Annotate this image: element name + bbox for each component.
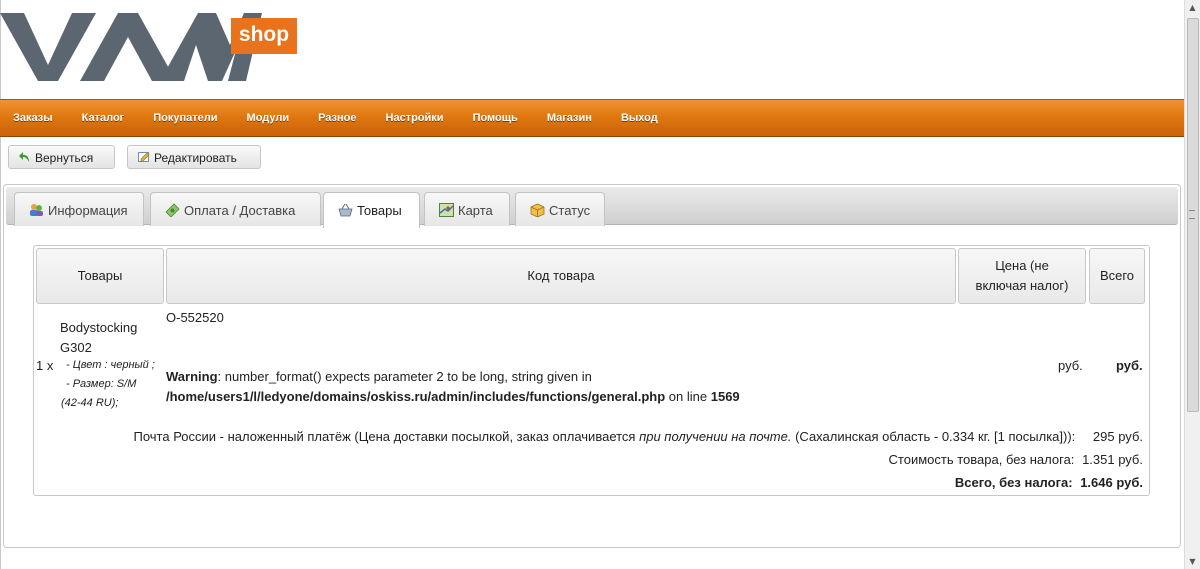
tab-status[interactable]: Статус <box>515 192 605 226</box>
tab-payment-delivery-label: Оплата / Доставка <box>184 203 296 218</box>
warning-path: /home/users1/l/ledyone/domains/oskiss.ru… <box>166 389 666 404</box>
php-warning: Warning: number_format() expects paramet… <box>166 367 956 407</box>
nav-item-customers[interactable]: Покупатели <box>153 100 217 136</box>
total-value: 1.646 руб. <box>1080 475 1143 490</box>
vertical-scrollbar[interactable]: ▲ ▼ <box>1184 0 1200 569</box>
basket-icon <box>338 203 353 217</box>
product-attr-size: - Размер: S/M <box>66 378 137 390</box>
shipping-text-b: (Сахалинская область - 0.334 кг. [1 посы… <box>791 429 1076 444</box>
scroll-down-arrow-icon[interactable]: ▼ <box>1185 554 1200 569</box>
product-total: руб. <box>1116 358 1143 373</box>
edit-icon <box>138 152 150 162</box>
total-line: Всего, без налога: 1.646 руб. <box>955 475 1143 490</box>
scrollbar-grip-icon <box>1189 210 1195 219</box>
nav-item-help[interactable]: Помощь <box>473 100 518 136</box>
subtotal-value: 1.351 руб. <box>1082 452 1143 467</box>
box-icon <box>530 203 545 217</box>
product-attr-color: - Цвет : черный ; <box>66 359 155 371</box>
header-products: Товары <box>36 248 164 304</box>
nav-item-logout[interactable]: Выход <box>621 100 658 136</box>
warning-online: on line <box>665 389 711 404</box>
shipping-text-em: при получении на почте. <box>639 429 792 444</box>
shop-badge: shop <box>231 18 297 54</box>
nav-item-orders[interactable]: Заказы <box>0 100 53 136</box>
edit-button-label: Редактировать <box>154 151 237 165</box>
subtotal-line: Стоимость товара, без налога: 1.351 руб. <box>889 452 1143 467</box>
tab-map[interactable]: Карта <box>424 192 510 226</box>
nav-item-store[interactable]: Магазин <box>547 100 592 136</box>
subtotal-label: Стоимость товара, без налога: <box>888 452 1075 467</box>
product-code: O-552520 <box>166 310 224 325</box>
header-price-excl-tax: Цена (не включая налог) <box>958 248 1086 304</box>
tab-information-label: Информация <box>48 203 128 218</box>
nav-item-misc[interactable]: Разное <box>318 100 356 136</box>
tab-status-label: Статус <box>549 203 591 218</box>
shipping-text-a: Почта России - наложенный платёж (Цена д… <box>133 429 640 444</box>
map-icon <box>439 203 454 217</box>
tabs-bar: Информация Оплата / Доставка Товары Карт… <box>6 187 1178 228</box>
back-arrow-icon <box>19 152 29 162</box>
shipping-line: Почта России - наложенный платёж (Цена д… <box>134 429 1144 444</box>
total-label: Всего, без налога: <box>954 475 1073 490</box>
warning-text: : number_format() expects parameter 2 to… <box>217 369 592 384</box>
tab-products[interactable]: Товары <box>323 192 420 228</box>
scroll-up-arrow-icon[interactable]: ▲ <box>1185 0 1200 15</box>
money-icon <box>165 203 180 217</box>
shipping-value: 295 руб. <box>1092 429 1143 444</box>
users-icon <box>30 204 43 216</box>
product-price: руб. <box>1058 358 1083 373</box>
product-name[interactable]: Bodystocking G302 <box>60 318 137 358</box>
edit-button[interactable]: Редактировать <box>127 145 261 169</box>
nav-item-catalog[interactable]: Каталог <box>82 100 125 136</box>
tab-map-label: Карта <box>458 203 493 218</box>
product-name-line1: Bodystocking <box>60 320 138 335</box>
main-nav: Заказы Каталог Покупатели Модули Разное … <box>0 99 1184 137</box>
header-total: Всего <box>1089 248 1145 304</box>
tab-information[interactable]: Информация <box>14 192 144 226</box>
warning-label: Warning <box>166 369 218 384</box>
product-attr-size-ru: (42-44 RU); <box>61 397 119 409</box>
tab-payment-delivery[interactable]: Оплата / Доставка <box>150 192 321 226</box>
product-name-line2: G302 <box>60 340 92 355</box>
back-button[interactable]: Вернуться <box>8 145 115 169</box>
back-button-label: Вернуться <box>35 151 94 165</box>
header-product-code: Код товара <box>166 248 956 304</box>
vam-shop-logo[interactable]: shop <box>0 5 300 85</box>
nav-item-modules[interactable]: Модули <box>247 100 290 136</box>
nav-item-settings[interactable]: Настройки <box>386 100 444 136</box>
warning-line: 1569 <box>710 389 740 404</box>
product-quantity: 1 x <box>36 358 54 373</box>
tab-products-label: Товары <box>357 203 402 218</box>
